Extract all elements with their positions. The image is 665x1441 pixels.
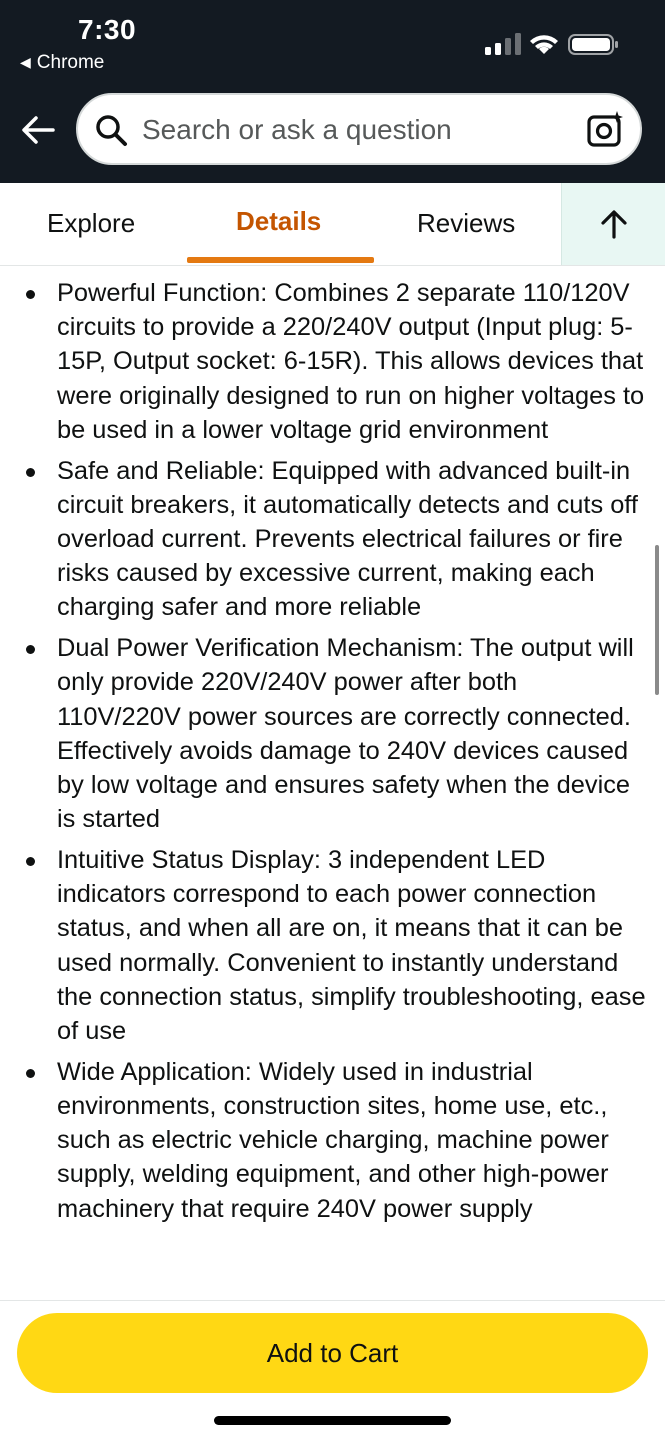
bullet-text: Dual Power Verification Mechanism: The o…	[57, 634, 634, 834]
search-icon	[96, 115, 127, 146]
bullet-icon	[26, 467, 35, 477]
bullet-text: Safe and Reliable: Equipped with advance…	[57, 456, 638, 622]
bottom-action-bar: Add to Cart	[0, 1300, 665, 1441]
wifi-icon	[530, 35, 558, 54]
search-placeholder[interactable]: Search or ask a question	[142, 114, 452, 146]
camera-lens-icon[interactable]	[586, 109, 626, 149]
bullet-icon	[26, 857, 35, 867]
feature-bullets: Powerful Function: Combines 2 separate 1…	[0, 276, 647, 1232]
arrow-left-icon[interactable]	[20, 112, 56, 148]
home-indicator[interactable]	[214, 1416, 451, 1425]
bullet-text: Powerful Function: Combines 2 separate 1…	[57, 279, 645, 444]
battery-icon	[568, 34, 618, 55]
active-tab-indicator	[187, 257, 374, 263]
back-to-app-link[interactable]: ◀ Chrome	[20, 52, 104, 74]
back-app-label: Chrome	[36, 52, 105, 73]
list-item: Dual Power Verification Mechanism: The o…	[0, 631, 647, 836]
arrow-up-icon	[601, 210, 627, 239]
list-item: Wide Application: Widely used in industr…	[0, 1055, 647, 1226]
tab-reviews[interactable]: Reviews	[417, 208, 515, 239]
bullet-text: Intuitive Status Display: 3 independent …	[57, 846, 646, 1046]
product-details-content: Powerful Function: Combines 2 separate 1…	[0, 266, 665, 1300]
bullet-icon	[26, 645, 35, 655]
bullet-icon	[26, 290, 35, 299]
tab-explore[interactable]: Explore	[47, 208, 135, 239]
status-time: 7:30	[78, 14, 137, 45]
list-item: Powerful Function: Combines 2 separate 1…	[0, 276, 647, 447]
scroll-to-top-button[interactable]	[561, 183, 665, 265]
add-to-cart-button[interactable]: Add to Cart	[17, 1313, 648, 1393]
search-bar[interactable]: Search or ask a question	[76, 93, 642, 165]
status-icons	[485, 32, 621, 56]
scrollbar[interactable]	[655, 545, 659, 695]
list-item: Intuitive Status Display: 3 independent …	[0, 843, 647, 1048]
bullet-text: Wide Application: Widely used in industr…	[57, 1057, 609, 1223]
list-item: Safe and Reliable: Equipped with advance…	[0, 454, 647, 625]
section-tabs: Explore Details Reviews	[0, 183, 665, 266]
bullet-icon	[26, 1068, 35, 1078]
triangle-left-icon: ◀	[20, 54, 31, 70]
tab-details[interactable]: Details	[236, 206, 321, 237]
app-header: 7:30 ◀ Chrome Search or ask a question	[0, 0, 665, 183]
cellular-signal-icon	[485, 33, 521, 55]
